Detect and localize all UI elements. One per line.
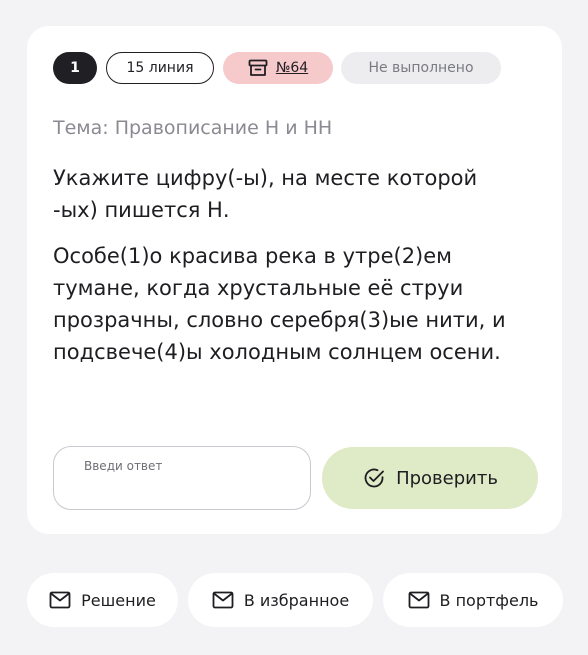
topic-label: Тема: Правописание Н и НН — [53, 117, 333, 139]
status-badge: Не выполнено — [341, 52, 501, 84]
solution-label: Решение — [81, 590, 156, 610]
favorite-label: В избранное — [243, 590, 350, 610]
check-button[interactable]: Проверить — [322, 447, 538, 509]
task-id-label: №64 — [275, 60, 309, 76]
check-button-label: Проверить — [396, 467, 498, 489]
question-text: Укажите цифру(-ы), на месте которой -ых)… — [53, 166, 478, 222]
task-card: 1 15 линия №64 Не выполнено Тема: Правоп… — [27, 26, 562, 534]
portfolio-label: В портфель — [439, 590, 539, 610]
portfolio-button[interactable]: В портфель — [383, 573, 563, 627]
task-id-chip[interactable]: №64 — [223, 52, 333, 84]
task-number-chip: 1 — [53, 52, 97, 84]
envelope-icon — [408, 591, 430, 609]
sentence-text: Особе(1)о красива река в утре(2)ем туман… — [53, 244, 506, 364]
check-circle-icon — [362, 466, 386, 490]
answer-placeholder: Введи ответ — [84, 459, 163, 473]
envelope-icon — [212, 591, 234, 609]
line-chip[interactable]: 15 линия — [106, 52, 214, 84]
archive-box-icon — [248, 59, 268, 77]
envelope-icon — [49, 591, 71, 609]
solution-button[interactable]: Решение — [27, 573, 178, 627]
answer-input[interactable]: Введи ответ — [53, 446, 311, 510]
favorite-button[interactable]: В избранное — [188, 573, 373, 627]
